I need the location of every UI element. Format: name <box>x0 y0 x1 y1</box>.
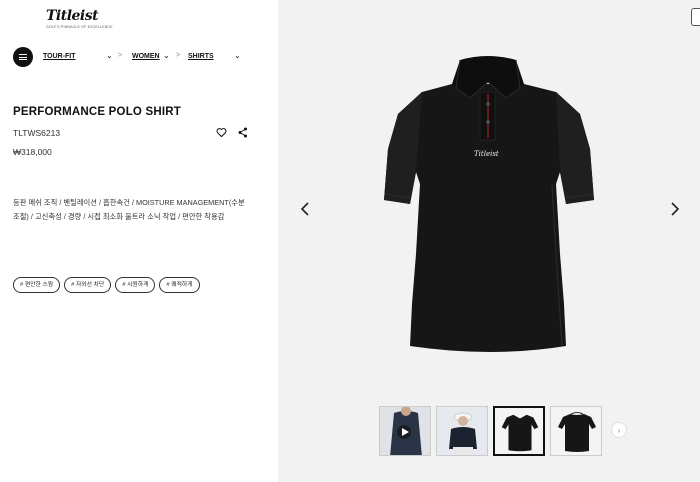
product-code: TLTWS6213 <box>13 128 61 138</box>
breadcrumb-shirts[interactable]: SHIRTS <box>188 53 214 60</box>
product-info-panel: Titleist GOLF'S PINNACLE OF EXCELLENCE T… <box>0 0 278 482</box>
feature-tag[interactable]: # 쾌적하게 <box>159 277 200 293</box>
feature-tag[interactable]: # 시원하게 <box>115 277 156 293</box>
list-icon <box>19 54 27 61</box>
prev-image-arrow-icon[interactable] <box>298 200 312 218</box>
thumbnail-strip <box>379 406 602 456</box>
breadcrumb-tour-fit[interactable]: TOUR-FIT <box>43 53 76 60</box>
chevron-down-icon[interactable]: ⌄ <box>163 51 170 60</box>
logo-tagline: GOLF'S PINNACLE OF EXCELLENCE <box>46 25 113 29</box>
thumbnail-video[interactable] <box>379 406 431 456</box>
breadcrumb-separator: > <box>176 52 181 59</box>
titleist-logo[interactable]: Titleist GOLF'S PINNACLE OF EXCELLENCE <box>46 8 113 31</box>
product-price: ₩318,000 <box>13 147 52 157</box>
product-title: PERFORMANCE POLO SHIRT <box>13 106 181 118</box>
thumbnail-back[interactable] <box>550 406 602 456</box>
breadcrumb-women[interactable]: WOMEN <box>132 53 160 60</box>
category-menu-button[interactable] <box>13 47 33 67</box>
product-main-image: Titleist <box>384 56 594 352</box>
wishlist-heart-icon[interactable] <box>216 127 227 138</box>
thumbnail-next-icon[interactable]: › <box>611 422 627 438</box>
chevron-down-icon[interactable]: ⌄ <box>106 51 113 60</box>
logo-wordmark: Titleist <box>46 8 99 24</box>
share-icon[interactable] <box>238 127 248 138</box>
feature-tag[interactable]: # 편안한 스윙 <box>13 277 61 293</box>
breadcrumb-separator: > <box>118 52 123 59</box>
thumbnail-front[interactable] <box>493 406 545 456</box>
feature-tags: # 편안한 스윙 # 자외선 차단 # 시원하게 # 쾌적하게 <box>13 277 200 293</box>
next-image-arrow-icon[interactable] <box>668 200 682 218</box>
product-description: 등판 메쉬 조직 / 벤틸레이션 / 흡한속건 / MOISTURE MANAG… <box>13 198 245 221</box>
product-image-panel: Titleist › <box>278 0 700 482</box>
panel-toggle-button[interactable] <box>691 8 700 26</box>
thumbnail-model[interactable] <box>436 406 488 456</box>
svg-text:Titleist: Titleist <box>474 150 499 158</box>
chevron-down-icon[interactable]: ⌄ <box>234 51 241 60</box>
feature-tag[interactable]: # 자외선 차단 <box>64 277 112 293</box>
